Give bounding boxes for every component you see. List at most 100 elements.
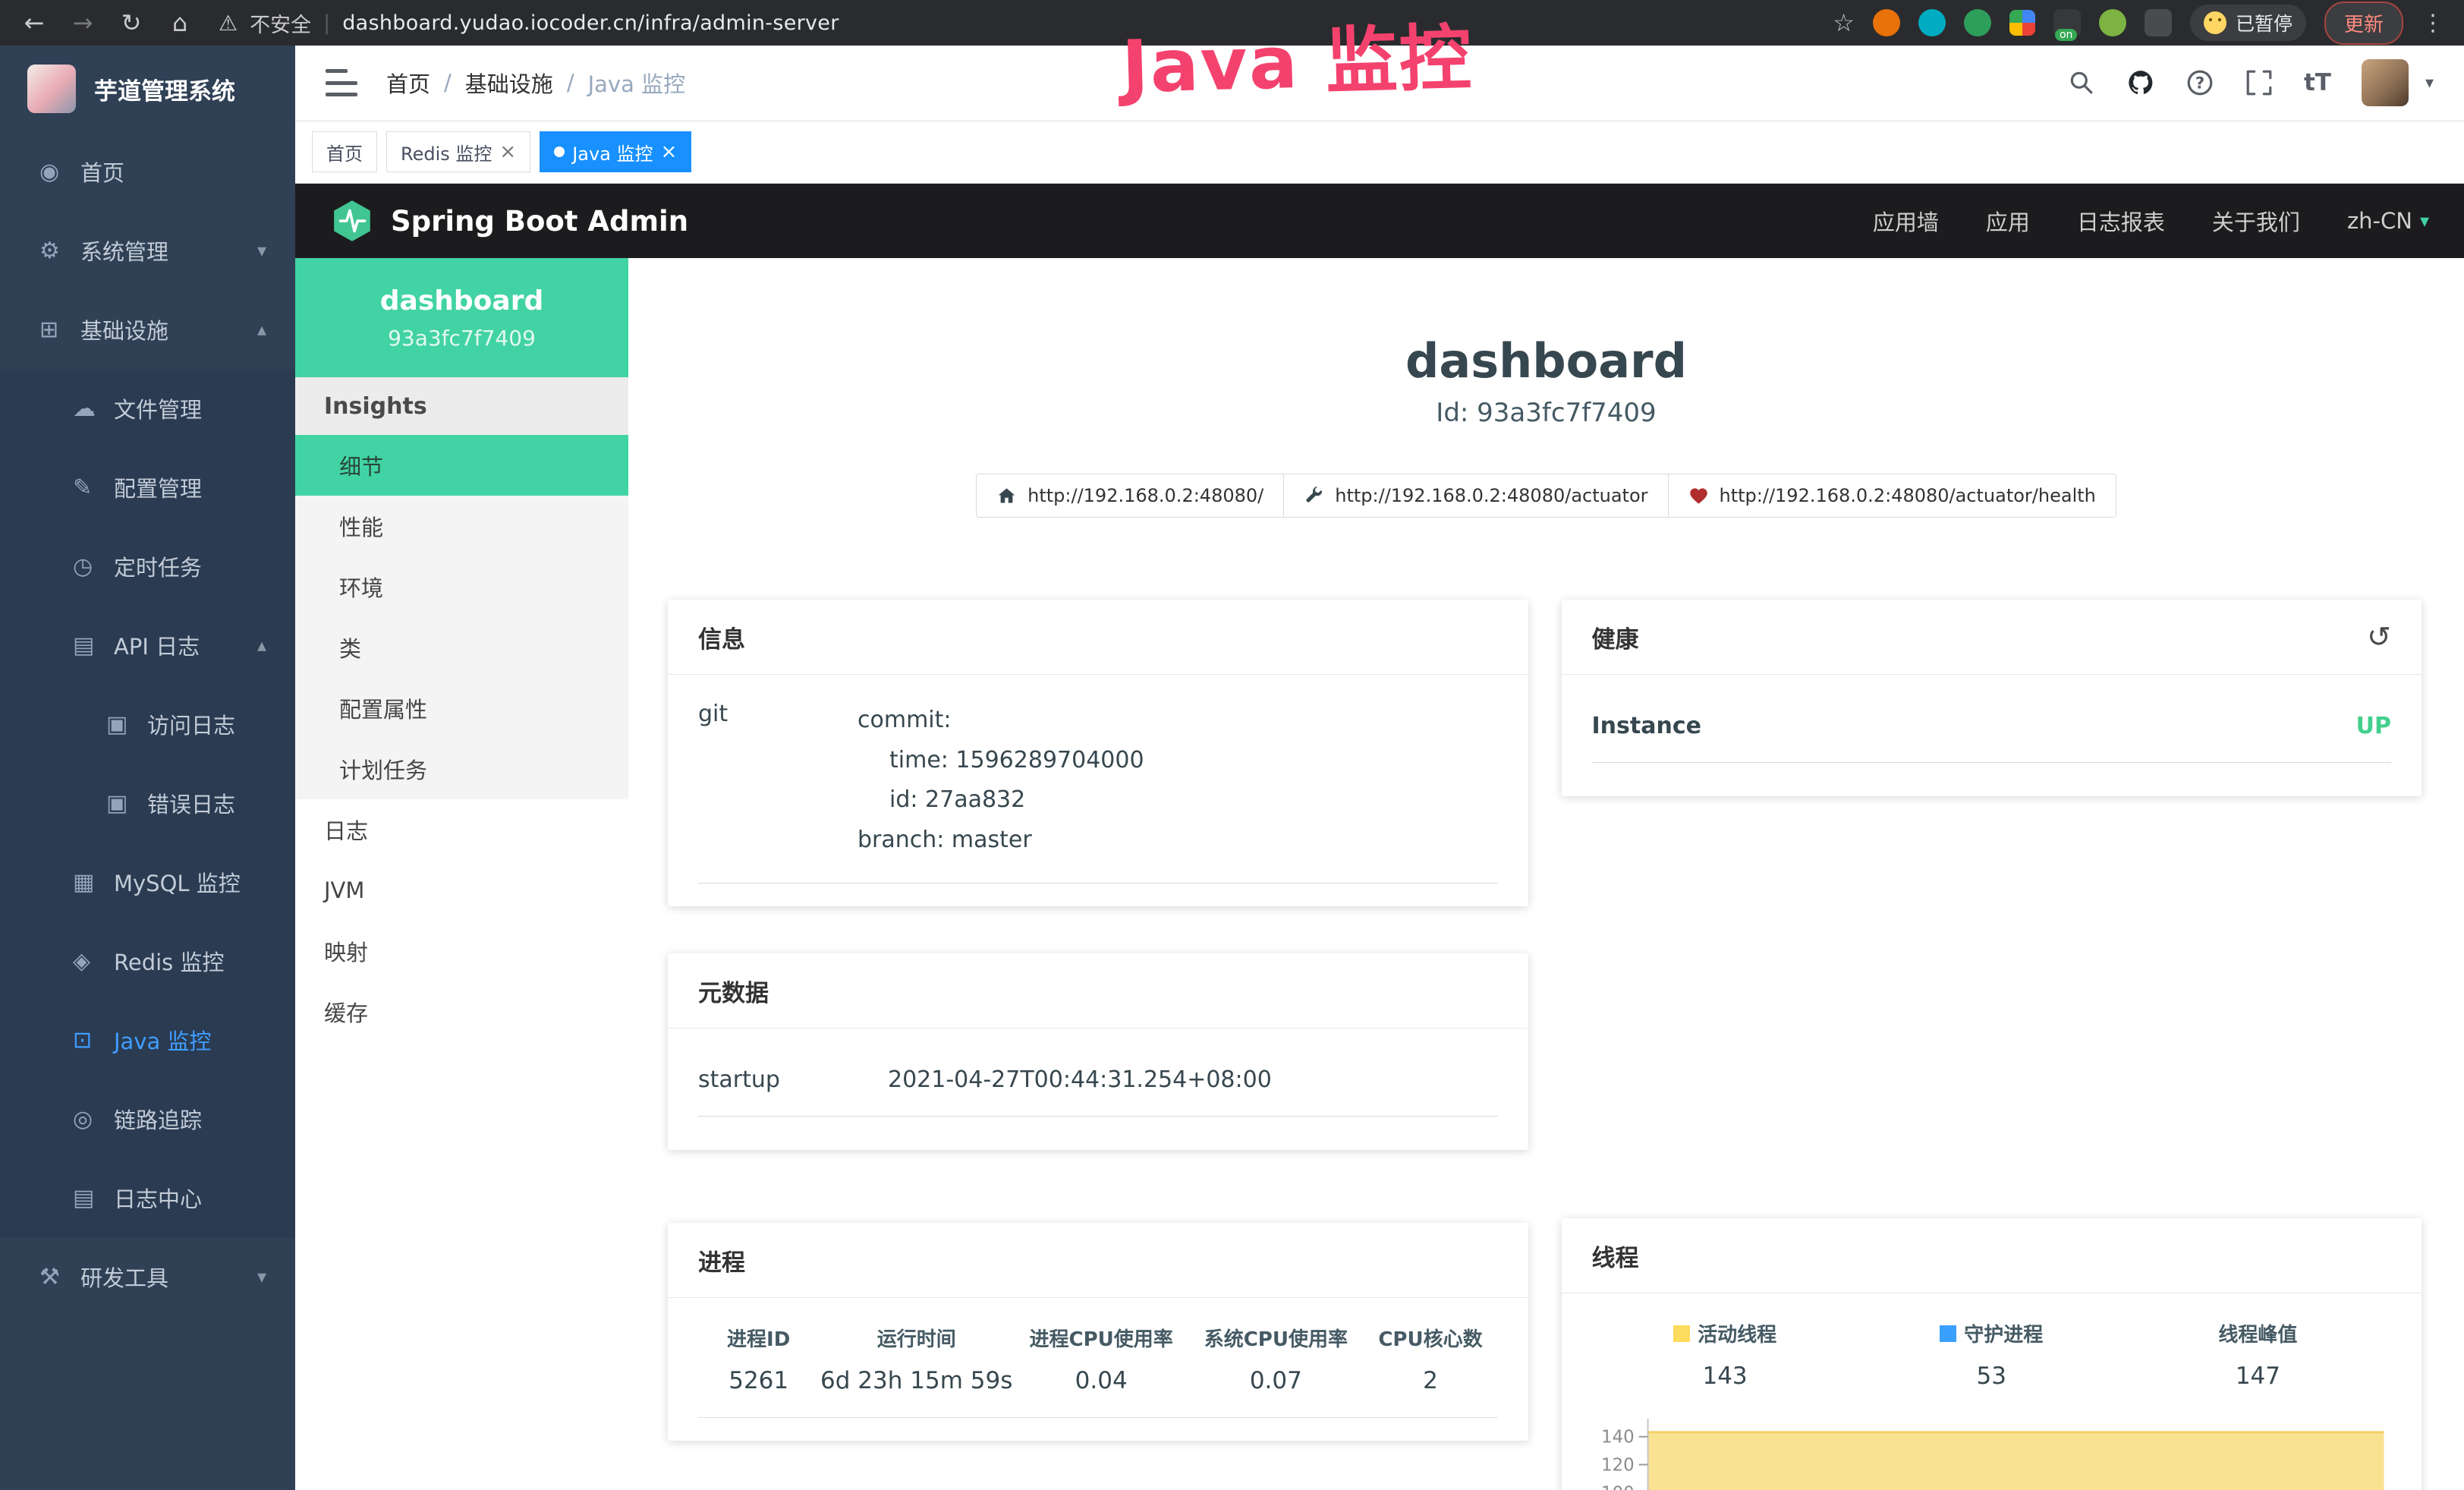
sidebar-toggle-icon[interactable] (326, 69, 357, 96)
sidebar-item-redis-monitor[interactable]: ◈ Redis 监控 (0, 921, 295, 1000)
breadcrumb-home[interactable]: 首页 (386, 67, 430, 99)
instance-links: http://192.168.0.2:48080/ http://192.168… (628, 474, 2464, 518)
sidebar-item-api-logs[interactable]: ▤ API 日志 ▴ (0, 606, 295, 685)
extension-icon[interactable] (1964, 9, 1991, 36)
status-badge: UP (2356, 713, 2391, 739)
sidebar-item-home[interactable]: ◉ 首页 (0, 132, 295, 211)
extension-grid-icon[interactable] (2009, 10, 2035, 36)
info-card: 信息 git commit: time: 1596289704000 id: 2… (668, 600, 1528, 906)
card-title: 健康 (1592, 620, 1639, 654)
sidebar-item-scheduled-jobs[interactable]: ◷ 定时任务 (0, 527, 295, 606)
sba-item-classes[interactable]: 类 (295, 617, 628, 678)
reload-icon[interactable]: ↻ (117, 8, 146, 37)
font-size-icon[interactable]: tT (2304, 69, 2331, 96)
home-icon[interactable]: ⌂ (165, 8, 194, 37)
help-icon[interactable]: ? (2186, 68, 2214, 97)
sba-item-caches[interactable]: 缓存 (295, 981, 628, 1042)
sidebar-item-tracing[interactable]: ◎ 链路追踪 (0, 1079, 295, 1158)
cards-grid: 信息 git commit: time: 1596289704000 id: 2… (668, 600, 2422, 1490)
instance-name: dashboard (380, 285, 543, 317)
profile-paused-badge[interactable]: 已暂停 (2190, 5, 2306, 41)
git-time-line: time: 1596289704000 (858, 741, 1498, 781)
sba-item-config-props[interactable]: 配置属性 (295, 678, 628, 739)
page-title: dashboard (628, 333, 2464, 389)
warning-icon: ⚠ (219, 11, 238, 36)
metadata-card: 元数据 startup 2021-04-27T00:44:31.254+08:0… (668, 953, 1528, 1150)
sba-item-details[interactable]: 细节 (295, 435, 628, 496)
extension-icon[interactable] (2099, 9, 2126, 36)
browser-toolbar: ← → ↻ ⌂ ⚠ 不安全 | dashboard.yudao.iocoder.… (0, 0, 2464, 46)
breadcrumb-current: Java 监控 (588, 67, 685, 99)
chevron-down-icon[interactable]: ▾ (2425, 74, 2434, 93)
fullscreen-icon[interactable] (2245, 68, 2274, 97)
info-row-git: git commit: time: 1596289704000 id: 27aa… (698, 701, 1498, 884)
tab-home[interactable]: 首页 (312, 131, 377, 172)
process-stats: 进程ID 5261 运行时间 6d 23h 15m 59s 进程CPU使用率 0… (698, 1324, 1498, 1418)
sidebar-item-dev-tools[interactable]: ⚒ 研发工具 ▾ (0, 1237, 295, 1316)
sba-item-mappings[interactable]: 映射 (295, 921, 628, 981)
search-icon[interactable] (2067, 68, 2096, 97)
browser-menu-icon[interactable]: ⋮ (2422, 10, 2444, 36)
live-threads-swatch (1673, 1325, 1690, 1342)
tab-java-monitor[interactable]: Java 监控 × (540, 131, 691, 172)
sidebar-item-system-management[interactable]: ⚙ 系统管理 ▾ (0, 211, 295, 290)
log-center-icon: ▤ (73, 1185, 114, 1211)
stat-cpu-cores: CPU核心数 2 (1363, 1324, 1497, 1394)
sidebar-item-java-monitor[interactable]: ⊡ Java 监控 (0, 1000, 295, 1079)
sidebar-item-error-logs[interactable]: ▣ 错误日志 (0, 764, 295, 843)
app-title: 芋道管理系统 (94, 72, 235, 106)
sba-item-jvm[interactable]: JVM (295, 860, 628, 921)
app-logo[interactable]: 芋道管理系统 (0, 46, 295, 132)
sba-nav-about[interactable]: 关于我们 (2212, 205, 2300, 237)
sba-nav-wallboard[interactable]: 应用墙 (1873, 205, 1939, 237)
trace-icon: ◎ (73, 1106, 114, 1132)
monitor-icon: ⊞ (39, 317, 80, 343)
sidebar-item-log-center[interactable]: ▤ 日志中心 (0, 1158, 295, 1237)
update-button[interactable]: 更新 (2324, 2, 2403, 45)
sba-item-logs[interactable]: 日志 (295, 799, 628, 860)
header-actions: ? tT ▾ (2067, 59, 2434, 106)
threads-chart: 140 120 100 (1592, 1410, 2392, 1490)
card-title: 线程 (1562, 1218, 2422, 1293)
sba-item-scheduled-tasks[interactable]: 计划任务 (295, 739, 628, 799)
sba-item-environment[interactable]: 环境 (295, 556, 628, 617)
url-text[interactable]: dashboard.yudao.iocoder.cn/infra/admin-s… (342, 11, 839, 35)
tools-icon: ⚒ (39, 1264, 80, 1290)
stat-uptime: 运行时间 6d 23h 15m 59s (819, 1324, 1014, 1394)
history-icon[interactable]: ↺ (2367, 620, 2391, 654)
breadcrumb-infrastructure[interactable]: 基础设施 (465, 67, 553, 99)
close-icon[interactable]: × (499, 140, 516, 163)
extension-icon[interactable]: on (2053, 9, 2081, 36)
tab-redis-monitor[interactable]: Redis 监控 × (386, 131, 530, 172)
instance-health-link[interactable]: http://192.168.0.2:48080/actuator/health (1668, 474, 2116, 518)
back-icon[interactable]: ← (20, 8, 49, 37)
breadcrumb-separator: / (567, 70, 574, 96)
sidebar-item-config-management[interactable]: ✎ 配置管理 (0, 448, 295, 527)
spring-boot-admin-logo (330, 199, 374, 243)
sidebar-item-access-logs[interactable]: ▣ 访问日志 (0, 685, 295, 764)
sba-nav-applications[interactable]: 应用 (1986, 205, 2030, 237)
extension-icon[interactable] (1873, 9, 1900, 36)
sidebar-item-infrastructure[interactable]: ⊞ 基础设施 ▴ (0, 290, 295, 369)
security-label[interactable]: 不安全 (250, 8, 311, 38)
instance-actuator-link[interactable]: http://192.168.0.2:48080/actuator (1283, 474, 1668, 518)
log-icon: ▤ (73, 632, 114, 659)
github-icon[interactable] (2126, 68, 2155, 97)
redis-icon: ◈ (73, 948, 114, 975)
sba-sidebar: dashboard 93a3fc7f7409 Insights 细节 性能 环境… (295, 258, 628, 1490)
sidebar-item-mysql-monitor[interactable]: ▦ MySQL 监控 (0, 843, 295, 921)
locale-select[interactable]: zh-CN ▾ (2347, 208, 2429, 234)
cards-right-column: 健康 ↺ Instance UP 线程 (1562, 600, 2422, 1490)
extension-icon[interactable] (1918, 9, 1946, 36)
address-bar[interactable]: ⚠ 不安全 | dashboard.yudao.iocoder.cn/infra… (219, 8, 839, 38)
sidebar-item-file-management[interactable]: ☁ 文件管理 (0, 369, 295, 448)
user-avatar[interactable] (2362, 59, 2409, 106)
close-icon[interactable]: × (661, 140, 678, 163)
bookmark-star-icon[interactable]: ☆ (1833, 8, 1855, 37)
instance-home-link[interactable]: http://192.168.0.2:48080/ (976, 474, 1284, 518)
puzzle-extensions-icon[interactable] (2145, 9, 2172, 36)
forward-icon[interactable]: → (68, 8, 97, 37)
dashboard-icon: ◉ (39, 159, 80, 185)
sba-nav-journal[interactable]: 日志报表 (2077, 205, 2165, 237)
sba-item-metrics[interactable]: 性能 (295, 496, 628, 556)
